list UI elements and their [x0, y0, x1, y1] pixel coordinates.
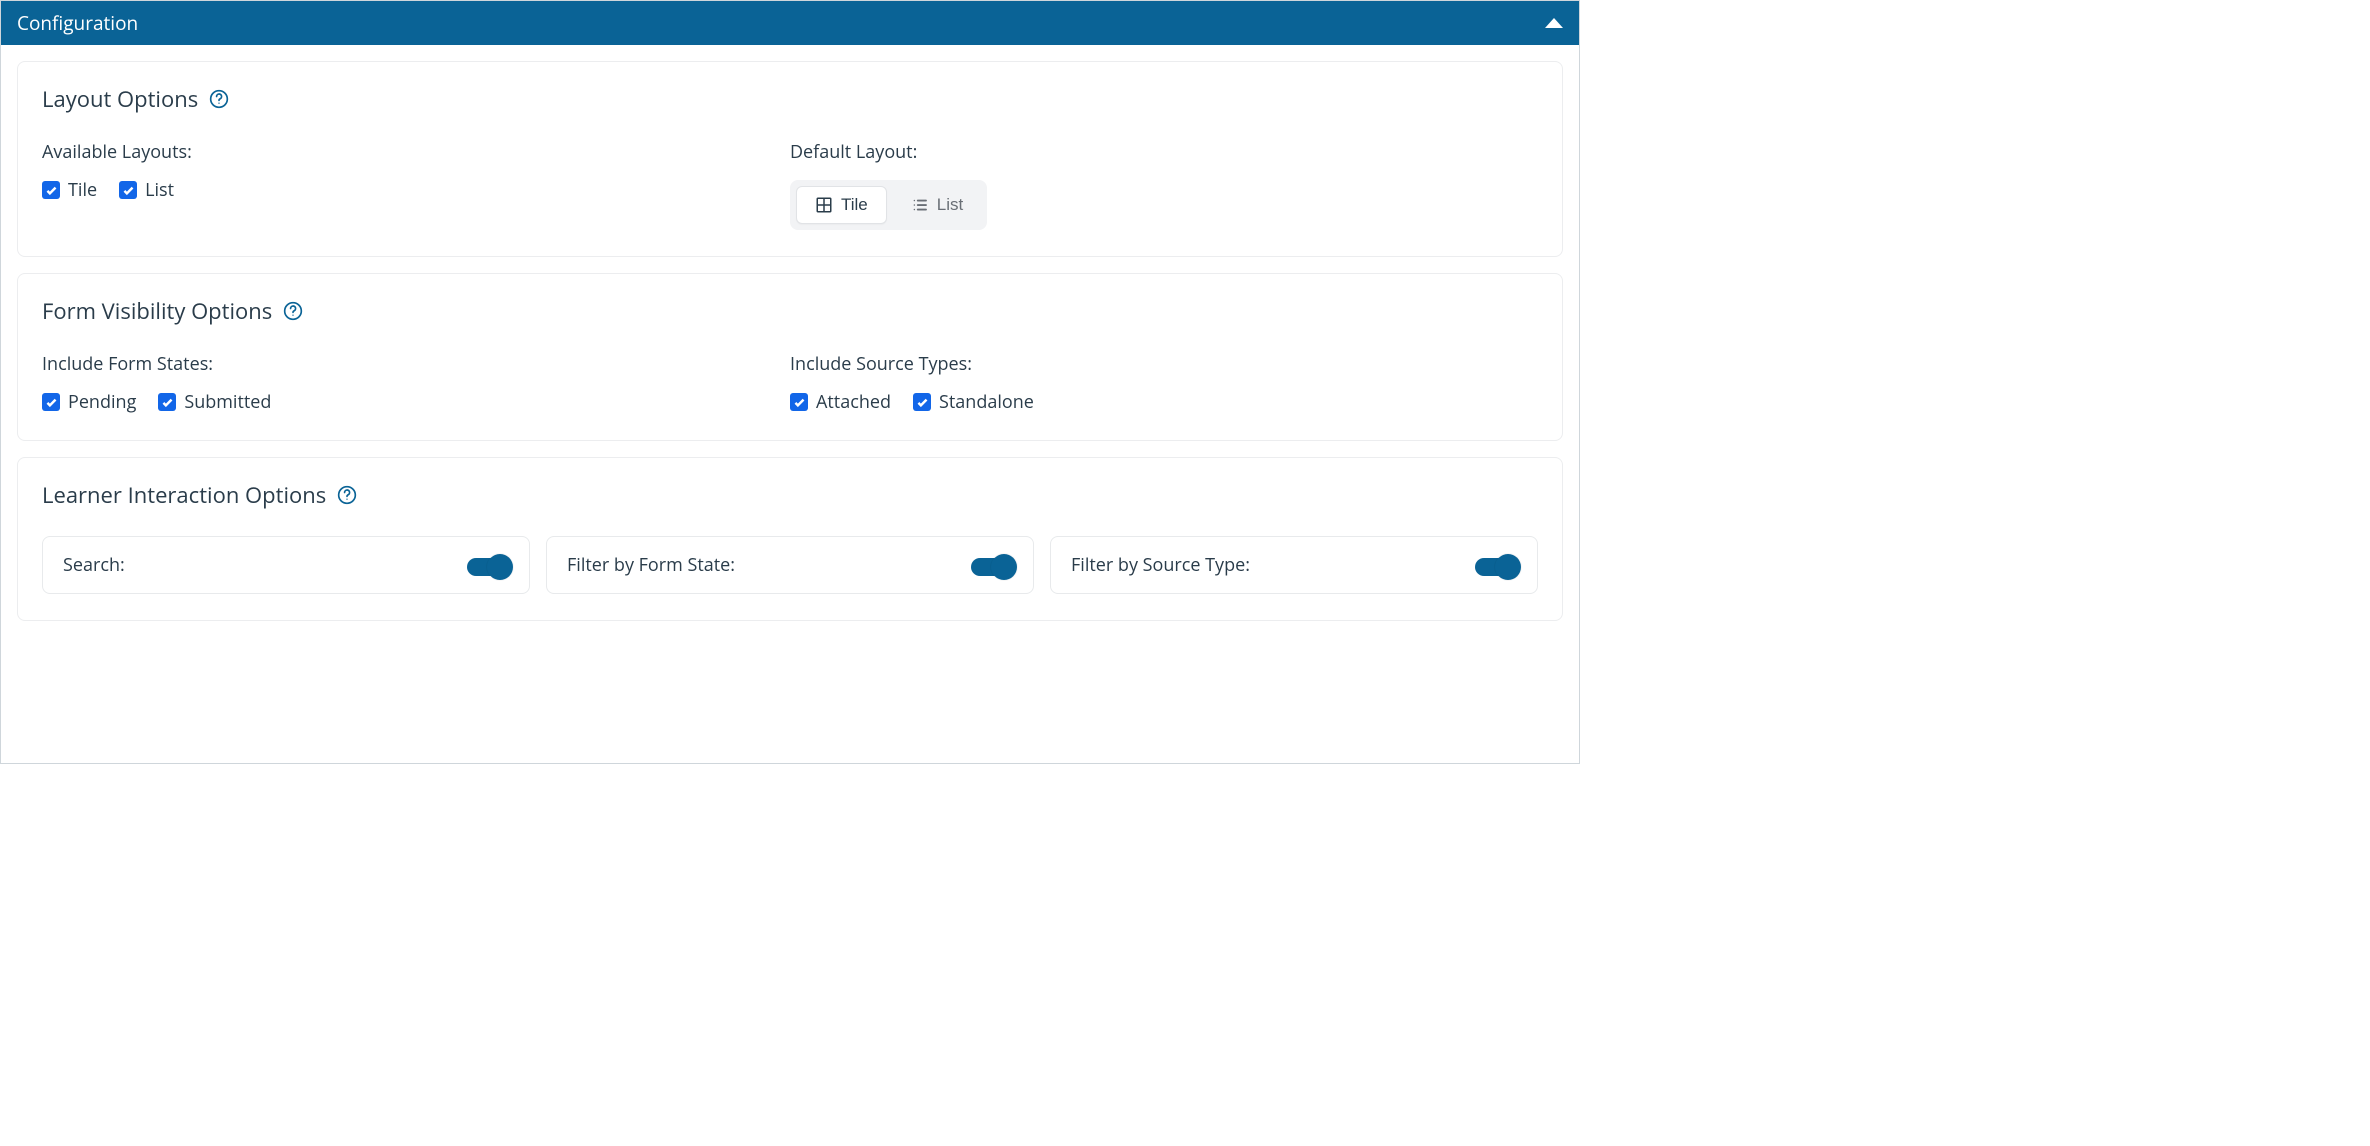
check-icon	[158, 393, 176, 411]
segment-list[interactable]: List	[893, 186, 981, 224]
toggle-filter-source[interactable]	[1475, 558, 1517, 576]
default-layout-toggle: Tile List	[790, 180, 987, 230]
checkbox-attached[interactable]: Attached	[790, 390, 891, 414]
configuration-header[interactable]: Configuration	[1, 1, 1579, 45]
source-types-label: Include Source Types:	[790, 352, 1538, 376]
toggle-knob	[991, 554, 1017, 580]
layout-options-title: Layout Options	[42, 84, 198, 114]
form-visibility-title: Form Visibility Options	[42, 296, 272, 326]
toggle-knob	[487, 554, 513, 580]
help-icon[interactable]	[336, 484, 358, 506]
checkbox-pending[interactable]: Pending	[42, 390, 136, 414]
layout-options-card: Layout Options Available Layouts: Tile	[17, 61, 1563, 257]
segment-tile[interactable]: Tile	[796, 186, 887, 224]
check-icon	[119, 181, 137, 199]
toggle-search-label: Search:	[63, 553, 125, 577]
checkbox-submitted[interactable]: Submitted	[158, 390, 271, 414]
toggle-filter-source-label: Filter by Source Type:	[1071, 553, 1250, 577]
form-states-label: Include Form States:	[42, 352, 790, 376]
checkbox-list[interactable]: List	[119, 178, 174, 202]
check-icon	[913, 393, 931, 411]
segment-list-label: List	[937, 195, 963, 215]
checkbox-standalone-label: Standalone	[939, 390, 1034, 414]
check-icon	[42, 393, 60, 411]
toggle-filter-state[interactable]	[971, 558, 1013, 576]
checkbox-tile-label: Tile	[68, 178, 97, 202]
default-layout-col: Default Layout: Tile List	[790, 140, 1538, 230]
toggle-search-card: Search:	[42, 536, 530, 594]
segment-tile-label: Tile	[841, 195, 868, 215]
configuration-content: Layout Options Available Layouts: Tile	[1, 45, 1579, 653]
learner-toggles-row: Search: Filter by Form State: Filter by …	[42, 536, 1538, 594]
available-layouts-col: Available Layouts: Tile List	[42, 140, 790, 230]
toggle-filter-source-card: Filter by Source Type:	[1050, 536, 1538, 594]
toggle-filter-state-card: Filter by Form State:	[546, 536, 1034, 594]
grid-icon	[815, 196, 833, 214]
checkbox-pending-label: Pending	[68, 390, 136, 414]
available-layouts-label: Available Layouts:	[42, 140, 790, 164]
layout-options-body: Available Layouts: Tile List Default Lay…	[42, 140, 1538, 230]
checkbox-tile[interactable]: Tile	[42, 178, 97, 202]
toggle-knob	[1495, 554, 1521, 580]
form-states-col: Include Form States: Pending Submitted	[42, 352, 790, 414]
form-states-checkboxes: Pending Submitted	[42, 390, 790, 414]
toggle-search[interactable]	[467, 558, 509, 576]
check-icon	[42, 181, 60, 199]
configuration-title: Configuration	[17, 10, 138, 36]
default-layout-label: Default Layout:	[790, 140, 1538, 164]
form-visibility-title-row: Form Visibility Options	[42, 296, 1538, 326]
toggle-filter-state-label: Filter by Form State:	[567, 553, 735, 577]
list-icon	[911, 196, 929, 214]
collapse-up-icon[interactable]	[1545, 18, 1563, 28]
checkbox-attached-label: Attached	[816, 390, 891, 414]
check-icon	[790, 393, 808, 411]
form-visibility-body: Include Form States: Pending Submitted I…	[42, 352, 1538, 414]
learner-interaction-card: Learner Interaction Options Search: Filt…	[17, 457, 1563, 621]
source-types-checkboxes: Attached Standalone	[790, 390, 1538, 414]
source-types-col: Include Source Types: Attached Standalon…	[790, 352, 1538, 414]
checkbox-submitted-label: Submitted	[184, 390, 271, 414]
available-layouts-checkboxes: Tile List	[42, 178, 790, 202]
learner-interaction-title-row: Learner Interaction Options	[42, 480, 1538, 510]
checkbox-standalone[interactable]: Standalone	[913, 390, 1034, 414]
form-visibility-card: Form Visibility Options Include Form Sta…	[17, 273, 1563, 441]
help-icon[interactable]	[208, 88, 230, 110]
checkbox-list-label: List	[145, 178, 174, 202]
layout-options-title-row: Layout Options	[42, 84, 1538, 114]
learner-interaction-title: Learner Interaction Options	[42, 480, 326, 510]
help-icon[interactable]	[282, 300, 304, 322]
